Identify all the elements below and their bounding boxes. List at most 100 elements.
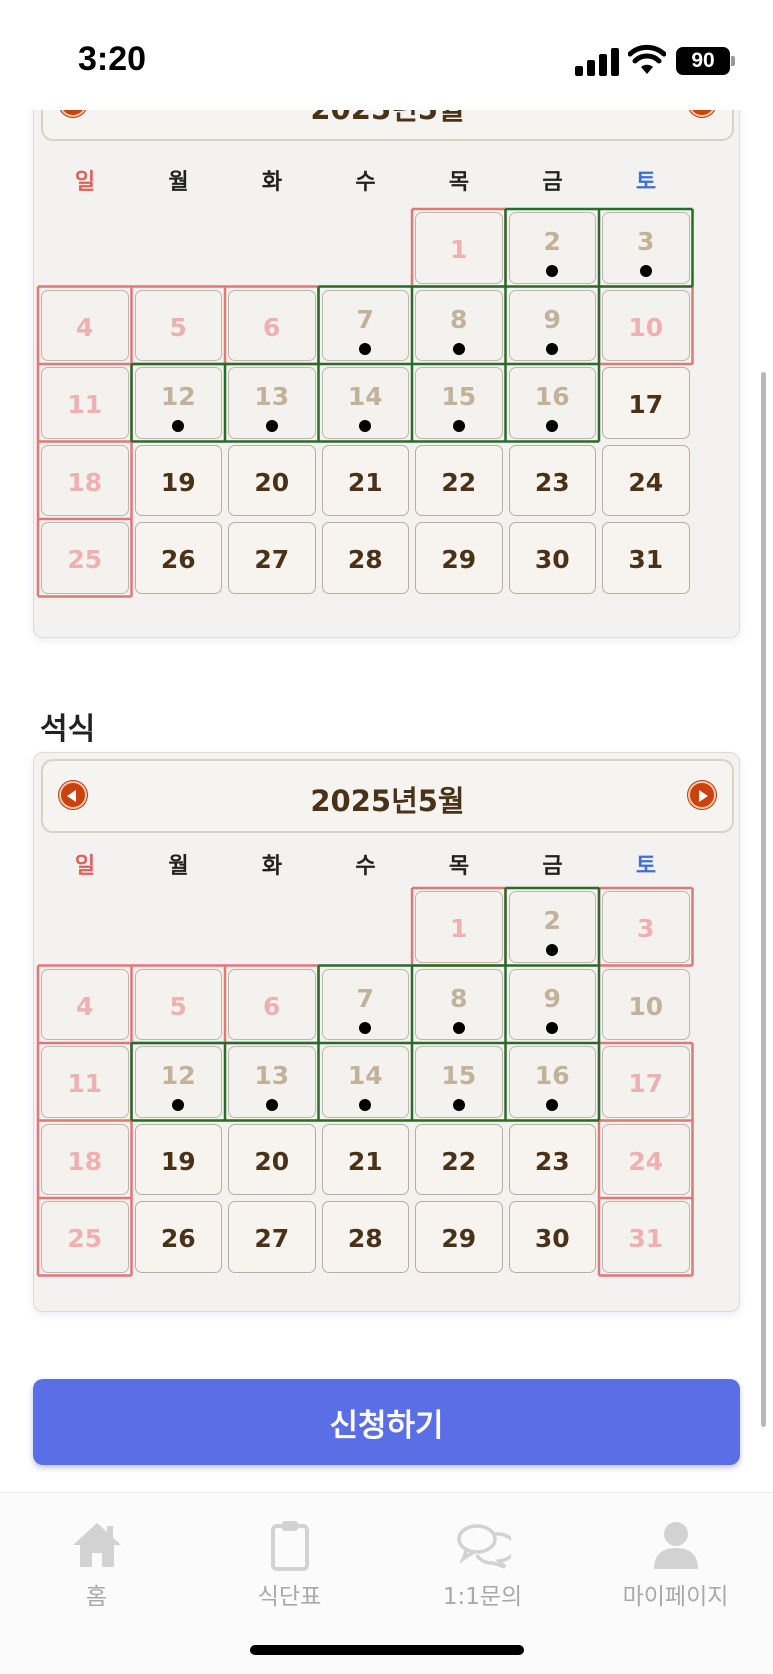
day-cell-19[interactable]: 19 — [132, 442, 226, 520]
day-cell-box: 9 — [508, 289, 596, 361]
day-cell-16[interactable]: 16 — [506, 1043, 600, 1121]
tab-mypage[interactable]: 마이페이지 — [579, 1493, 772, 1613]
day-cell-19[interactable]: 19 — [132, 1121, 226, 1199]
day-cell-box: 22 — [415, 1123, 503, 1195]
day-number: 10 — [628, 991, 664, 1021]
tab-label: 홈 — [85, 1584, 108, 1610]
tab-bar: 홈 식단표 1:1문의 마이페이지 — [0, 1492, 773, 1674]
day-number: 6 — [263, 991, 281, 1021]
dinner-calendar: 2025년5월 일월화수목금토 1 2 3 4 5 6 7 8 9 10 11 12 13 14 15 16 1… — [33, 752, 740, 1312]
tab-home[interactable]: 홈 — [0, 1493, 193, 1613]
day-cell-15[interactable]: 15 — [412, 1043, 506, 1121]
day-cell-16[interactable]: 16 — [506, 364, 600, 442]
booked-dot-icon — [172, 1099, 185, 1111]
day-cell-26[interactable]: 26 — [132, 1198, 226, 1276]
day-cell-21[interactable]: 21 — [319, 442, 413, 520]
day-cell-31[interactable]: 31 — [599, 1198, 693, 1276]
battery-tip — [731, 56, 735, 66]
status-time: 3:20 — [78, 40, 147, 78]
day-cell-9[interactable]: 9 — [506, 966, 600, 1044]
day-cell-18[interactable]: 18 — [38, 442, 132, 520]
tab-label: 1:1문의 — [442, 1584, 523, 1610]
day-cell-1[interactable]: 1 — [412, 888, 506, 966]
day-cell-27[interactable]: 27 — [225, 519, 319, 597]
day-cell-11[interactable]: 11 — [38, 1043, 132, 1121]
day-cell-4[interactable]: 4 — [38, 966, 132, 1044]
day-cell-9[interactable]: 9 — [506, 287, 600, 365]
day-cell-box: 24 — [602, 1123, 690, 1195]
next-month-icon[interactable] — [688, 781, 716, 809]
day-cell-24[interactable]: 24 — [599, 1121, 693, 1199]
day-cell-box: 3 — [602, 891, 690, 963]
day-cell-20[interactable]: 20 — [225, 1121, 319, 1199]
day-cell-23[interactable]: 23 — [506, 1121, 600, 1199]
day-cell-box: 7 — [321, 968, 409, 1040]
day-cell-10[interactable]: 10 — [599, 287, 693, 365]
day-cell-2[interactable]: 2 — [506, 209, 600, 287]
day-number: 5 — [169, 312, 187, 342]
day-cell-31[interactable]: 31 — [599, 519, 693, 597]
weekday-label: 일 — [74, 854, 96, 879]
home-icon — [72, 1523, 121, 1567]
tab-menu[interactable]: 식단표 — [193, 1493, 386, 1613]
day-cell-13[interactable]: 13 — [225, 364, 319, 442]
day-cell-18[interactable]: 18 — [38, 1121, 132, 1199]
day-cell-8[interactable]: 8 — [412, 287, 506, 365]
booked-dot-icon — [265, 420, 278, 432]
day-cell-25[interactable]: 25 — [38, 1198, 132, 1276]
booked-dot-icon — [359, 1021, 372, 1034]
tab-inquiry[interactable]: 1:1문의 — [386, 1493, 579, 1613]
day-cell-box: 13 — [228, 1046, 316, 1118]
day-cell-22[interactable]: 22 — [412, 1121, 506, 1199]
status-bar: 3:20 90 — [0, 0, 773, 110]
day-cell-29[interactable]: 29 — [412, 519, 506, 597]
day-cell-27[interactable]: 27 — [225, 1198, 319, 1276]
day-cell-1[interactable]: 1 — [412, 209, 506, 287]
day-cell-15[interactable]: 15 — [412, 364, 506, 442]
day-cell-23[interactable]: 23 — [506, 442, 600, 520]
scrollbar[interactable] — [761, 372, 766, 1427]
day-cell-box: 9 — [508, 968, 596, 1040]
day-cell-14[interactable]: 14 — [319, 1043, 413, 1121]
day-cell-30[interactable]: 30 — [506, 1198, 600, 1276]
day-cell-10[interactable]: 10 — [599, 966, 693, 1044]
day-cell-2[interactable]: 2 — [506, 888, 600, 966]
day-cell-5[interactable]: 5 — [132, 966, 226, 1044]
day-number: 15 — [441, 382, 477, 411]
day-number: 7 — [356, 304, 374, 334]
day-cell-17[interactable]: 17 — [599, 364, 693, 442]
day-cell-7[interactable]: 7 — [319, 966, 413, 1044]
day-cell-24[interactable]: 24 — [599, 442, 693, 520]
day-cell-7[interactable]: 7 — [319, 287, 413, 365]
day-cell-3[interactable]: 3 — [599, 888, 693, 966]
day-cell-4[interactable]: 4 — [38, 287, 132, 365]
day-cell-box: 19 — [134, 1123, 222, 1195]
day-cell-6[interactable]: 6 — [225, 287, 319, 365]
day-cell-21[interactable]: 21 — [319, 1121, 413, 1199]
day-cell-26[interactable]: 26 — [132, 519, 226, 597]
day-cell-11[interactable]: 11 — [38, 364, 132, 442]
day-cell-5[interactable]: 5 — [132, 287, 226, 365]
day-cell-box: 10 — [602, 968, 690, 1040]
day-cell-6[interactable]: 6 — [225, 966, 319, 1044]
day-cell-3[interactable]: 3 — [599, 209, 693, 287]
day-cell-25[interactable]: 25 — [38, 519, 132, 597]
day-number: 9 — [543, 304, 561, 334]
day-cell-13[interactable]: 13 — [225, 1043, 319, 1121]
day-cell-17[interactable]: 17 — [599, 1043, 693, 1121]
day-cell-12[interactable]: 12 — [132, 364, 226, 442]
day-cell-28[interactable]: 28 — [319, 1198, 413, 1276]
day-cell-14[interactable]: 14 — [319, 364, 413, 442]
day-cell-box: 27 — [228, 522, 316, 594]
day-number: 24 — [628, 1146, 664, 1176]
day-number: 18 — [67, 467, 103, 497]
day-cell-28[interactable]: 28 — [319, 519, 413, 597]
day-cell-12[interactable]: 12 — [132, 1043, 226, 1121]
day-cell-8[interactable]: 8 — [412, 966, 506, 1044]
day-cell-30[interactable]: 30 — [506, 519, 600, 597]
day-cell-29[interactable]: 29 — [412, 1198, 506, 1276]
apply-button[interactable]: 신청하기 — [33, 1379, 740, 1465]
day-cell-22[interactable]: 22 — [412, 442, 506, 520]
day-number: 16 — [534, 382, 570, 411]
day-cell-20[interactable]: 20 — [225, 442, 319, 520]
